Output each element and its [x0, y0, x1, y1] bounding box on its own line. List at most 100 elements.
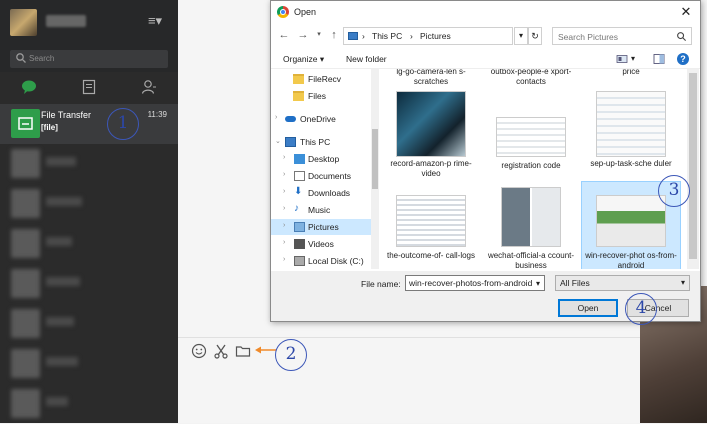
file-item[interactable]: record-amazon-p rime-video: [381, 91, 481, 181]
chat-item[interactable]: [0, 264, 178, 304]
file-item[interactable]: wechat-official-a ccount-business: [481, 183, 581, 269]
search-pictures-input[interactable]: Search Pictures: [552, 27, 692, 45]
open-file-dialog: Open ✕ ← → ▾ ↑ › This PC › Pictures ▾ ↻ …: [270, 0, 701, 322]
favorites-icon[interactable]: [80, 78, 98, 96]
callout-4: 4: [625, 293, 657, 325]
chat-preview: [file]: [41, 123, 58, 132]
menu-icon[interactable]: ≡▾: [146, 12, 164, 30]
sidebar-tabs: [0, 72, 178, 102]
content-scrollbar[interactable]: [687, 69, 699, 269]
callout-1: 1: [107, 108, 139, 140]
chat-bubble-icon[interactable]: [20, 78, 38, 96]
nav-label: Pictures: [308, 222, 339, 232]
up-arrow-icon[interactable]: ↑: [327, 28, 341, 42]
chevron-right-icon[interactable]: ›: [283, 222, 285, 229]
chrome-icon: [277, 6, 289, 18]
address-dropdown-icon[interactable]: ▾: [514, 27, 528, 45]
file-item[interactable]: registration code: [481, 91, 581, 181]
file-type-select[interactable]: All Files ▾: [555, 275, 690, 291]
nav-scrollbar[interactable]: [371, 69, 379, 269]
refresh-icon[interactable]: ↻: [528, 27, 542, 45]
disk-icon: [294, 256, 305, 266]
search-icon: [677, 32, 687, 42]
avatar[interactable]: [10, 9, 37, 36]
file-name-row: File name: win-recover-photos-from-andro…: [271, 271, 700, 295]
file-name-dropdown-icon[interactable]: ▾: [536, 279, 540, 288]
breadcrumb-separator: ›: [410, 31, 413, 41]
chevron-right-icon[interactable]: ›: [275, 114, 277, 121]
chat-time: 11:39: [147, 110, 167, 119]
nav-item-this-pc[interactable]: ⌄ This PC: [271, 134, 371, 150]
chevron-down-icon[interactable]: ⌄: [275, 137, 281, 145]
file-item[interactable]: sep-up-task-sche duler: [581, 91, 681, 181]
nav-item-music[interactable]: › ♪ Music: [271, 202, 371, 218]
chat-item[interactable]: [0, 224, 178, 264]
file-name-input[interactable]: win-recover-photos-from-android: [405, 275, 545, 291]
preview-pane-icon[interactable]: [652, 52, 666, 66]
chat-item[interactable]: [0, 344, 178, 384]
nav-label: FileRecv: [308, 74, 342, 84]
navigation-pane: FileRecv Files › OneDrive ⌄ This PC › De…: [271, 69, 371, 269]
chat-title: File Transfer: [41, 110, 92, 120]
close-button[interactable]: ✕: [678, 4, 694, 20]
nav-item-videos[interactable]: › Videos: [271, 236, 371, 252]
nav-item-files[interactable]: Files: [271, 88, 371, 104]
nav-label: Documents: [308, 171, 351, 181]
open-button[interactable]: Open: [558, 299, 618, 317]
chevron-right-icon[interactable]: ›: [283, 188, 285, 195]
help-icon[interactable]: ?: [676, 52, 690, 66]
back-arrow-icon[interactable]: ←: [277, 28, 291, 42]
thumbnail: [501, 187, 561, 247]
thumbnail: [596, 91, 666, 157]
view-options-icon[interactable]: [615, 52, 629, 66]
desktop-icon: [294, 154, 305, 164]
search-input[interactable]: Search: [10, 50, 168, 68]
username-blurred: [46, 15, 86, 27]
chevron-right-icon[interactable]: ›: [283, 256, 285, 263]
chevron-right-icon[interactable]: ›: [283, 205, 285, 212]
nav-label: Local Disk (C:): [308, 256, 364, 266]
thumbnail: [396, 91, 466, 157]
scissors-icon[interactable]: [212, 342, 230, 360]
breadcrumb-pictures[interactable]: Pictures: [420, 31, 451, 41]
videos-icon: [294, 239, 305, 249]
breadcrumb-this-pc[interactable]: This PC: [372, 31, 402, 41]
nav-item-downloads[interactable]: › ⬇ Downloads: [271, 185, 371, 201]
chat-item[interactable]: [0, 184, 178, 224]
nav-item-documents[interactable]: › Documents: [271, 168, 371, 184]
chat-item[interactable]: [0, 384, 178, 424]
file-name: registration code: [501, 161, 561, 170]
folder-icon[interactable]: [234, 342, 252, 360]
folder-icon: [293, 74, 304, 84]
chevron-right-icon[interactable]: ›: [283, 171, 285, 178]
nav-item-pictures[interactable]: › Pictures: [271, 219, 371, 235]
organize-menu[interactable]: Organize ▾: [283, 54, 324, 65]
nav-item-filerecv[interactable]: FileRecv: [271, 71, 371, 87]
file-transfer-icon: [11, 109, 40, 138]
emoji-icon[interactable]: [190, 342, 208, 360]
file-type-value: All Files: [560, 278, 590, 288]
contacts-icon[interactable]: [140, 78, 158, 96]
chat-item[interactable]: [0, 144, 178, 184]
file-item[interactable]: the-outcome-of- call-logs: [381, 183, 481, 269]
nav-label: This PC: [300, 137, 331, 147]
chevron-right-icon[interactable]: ›: [283, 154, 285, 161]
search-icon: [16, 53, 26, 63]
nav-item-onedrive[interactable]: › OneDrive: [271, 111, 371, 127]
chat-item[interactable]: [0, 304, 178, 344]
thumbnail: [496, 117, 566, 157]
view-dropdown-icon[interactable]: ▾: [631, 54, 635, 63]
nav-item-desktop[interactable]: › Desktop: [271, 151, 371, 167]
chevron-down-icon[interactable]: ▾: [312, 28, 326, 42]
chat-item-file-transfer[interactable]: File Transfer [file] 11:39: [0, 104, 178, 144]
nav-label: OneDrive: [300, 114, 336, 124]
pictures-icon: [294, 222, 305, 232]
chevron-down-icon: ▾: [680, 278, 685, 287]
new-folder-button[interactable]: New folder: [346, 54, 387, 64]
address-bar[interactable]: › This PC › Pictures: [343, 27, 513, 45]
chevron-right-icon[interactable]: ›: [283, 239, 285, 246]
forward-arrow-icon[interactable]: →: [296, 28, 310, 42]
nav-label: Music: [308, 205, 331, 215]
folder-icon: [293, 91, 304, 101]
nav-item-local-disk[interactable]: › Local Disk (C:): [271, 253, 371, 269]
